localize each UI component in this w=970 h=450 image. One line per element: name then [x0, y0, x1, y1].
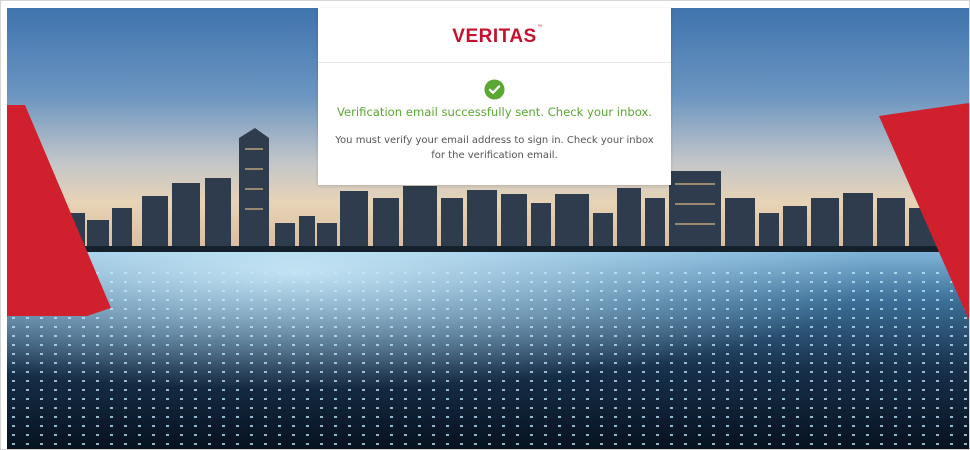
success-message: Verification email successfully sent. Ch…	[336, 105, 652, 119]
verification-card: VERITAS ™ Verification email successfully…	[318, 8, 671, 185]
veritas-logo: VERITAS ™	[452, 24, 542, 48]
logo-text: VERITAS	[452, 25, 537, 47]
logo-trademark: ™	[537, 23, 543, 30]
check-circle-icon	[484, 79, 505, 100]
verification-instructions: You must verify your email address to si…	[335, 135, 654, 161]
page-frame: VERITAS ™ Verification email successfully…	[0, 0, 970, 450]
card-header: VERITAS ™	[318, 8, 671, 63]
card-body: Verification email successfully sent. Ch…	[318, 63, 671, 163]
